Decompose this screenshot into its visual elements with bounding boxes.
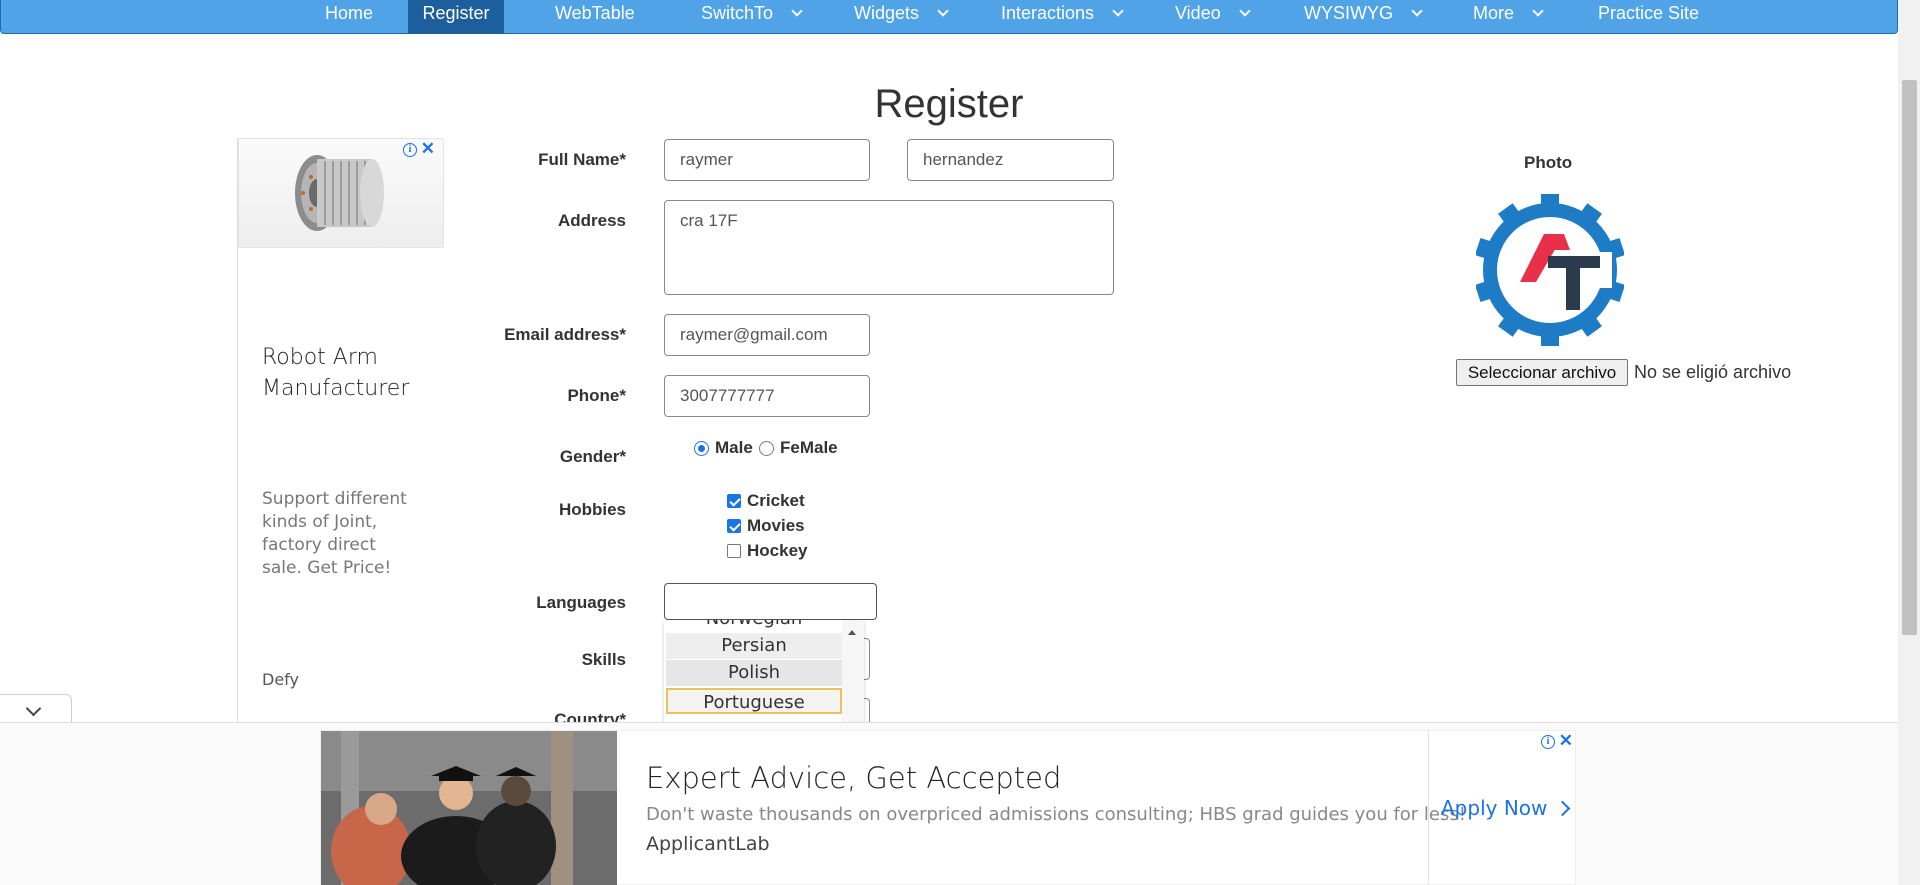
hobby-hockey-checkbox[interactable] xyxy=(727,544,741,558)
phone-input[interactable]: 3007777777 xyxy=(664,375,870,417)
nav-more-label: More xyxy=(1473,3,1515,23)
last-name-input[interactable]: hernandez xyxy=(907,139,1114,181)
robot-joint-image xyxy=(295,155,384,231)
language-option[interactable]: Persian xyxy=(666,633,842,659)
gender-male-radio[interactable] xyxy=(694,441,709,456)
graduation-photo[interactable] xyxy=(321,731,617,885)
skills-label: Skills xyxy=(581,650,626,669)
nav-home[interactable]: Home xyxy=(309,0,389,34)
nav-widgets[interactable]: Widgets xyxy=(854,0,949,34)
scroll-up-arrow-icon[interactable] xyxy=(848,630,856,635)
languages-label: Languages xyxy=(536,593,626,612)
languages-input[interactable] xyxy=(664,583,877,620)
chevron-down-icon xyxy=(1411,5,1423,17)
ad-info-icon[interactable]: i xyxy=(1541,735,1555,749)
ad-divider xyxy=(1428,731,1429,885)
automation-testing-logo xyxy=(1476,194,1624,346)
nav-register[interactable]: Register xyxy=(408,0,504,34)
bottom-ad-title[interactable]: Expert Advice, Get Accepted xyxy=(646,761,1061,795)
gender-label: Gender* xyxy=(559,447,626,466)
page-title: Register xyxy=(874,82,1024,126)
ad-title[interactable]: Robot Arm Manufacturer xyxy=(262,342,432,404)
top-navbar: Home Register WebTable SwitchTo Widgets … xyxy=(0,0,1898,34)
choose-file-button[interactable]: Seleccionar archivo xyxy=(1456,359,1628,386)
page-scrollbar[interactable] xyxy=(1898,0,1920,885)
photo-label: Photo xyxy=(1524,153,1573,172)
graduation-image xyxy=(321,731,617,885)
hobby-cricket-checkbox[interactable] xyxy=(727,494,741,508)
hobbies-label: Hobbies xyxy=(558,500,626,519)
first-name-input[interactable]: raymer xyxy=(664,139,870,181)
nav-video-label: Video xyxy=(1175,3,1221,23)
file-status-text: No se eligió archivo xyxy=(1634,362,1792,382)
address-label: Address xyxy=(557,211,626,230)
ad-info-icon[interactable]: i xyxy=(403,143,417,157)
language-option[interactable]: Polish xyxy=(666,660,842,686)
nav-webtable[interactable]: WebTable xyxy=(555,0,635,34)
chevron-right-icon xyxy=(1555,800,1571,817)
ad-close-icon[interactable]: ✕ xyxy=(1559,731,1573,751)
chevron-down-icon xyxy=(791,5,803,17)
nav-more[interactable]: More xyxy=(1473,0,1544,34)
chevron-down-icon xyxy=(1112,5,1124,17)
apply-now-label: Apply Now xyxy=(1441,796,1548,820)
full-name-label: Full Name* xyxy=(538,150,626,169)
gender-male-label[interactable]: Male xyxy=(715,438,753,458)
scrollbar-thumb[interactable] xyxy=(1902,80,1917,635)
chevron-down-icon xyxy=(25,700,42,717)
hobby-movies-checkbox[interactable] xyxy=(727,519,741,533)
hobby-hockey-label[interactable]: Hockey xyxy=(747,541,807,561)
nav-switchto-label: SwitchTo xyxy=(701,3,774,23)
hobby-movies-label[interactable]: Movies xyxy=(747,516,805,536)
gender-female-radio[interactable] xyxy=(759,441,774,456)
nav-interactions-label: Interactions xyxy=(1001,3,1095,23)
chevron-down-icon xyxy=(1532,5,1544,17)
apply-now-button[interactable]: Apply Now xyxy=(1441,796,1571,820)
nav-interactions[interactable]: Interactions xyxy=(1001,0,1124,34)
bottom-ad-description[interactable]: Don't waste thousands on overpriced admi… xyxy=(646,804,1466,825)
bottom-ad-brand[interactable]: ApplicantLab xyxy=(646,833,770,855)
ad-collapse-tab[interactable] xyxy=(0,694,72,724)
gender-female-label[interactable]: FeMale xyxy=(780,438,838,458)
languages-dropdown[interactable]: Norwegian Persian Polish Portuguese xyxy=(664,620,864,726)
ad-image[interactable]: i ✕ xyxy=(238,138,444,248)
email-label: Email address* xyxy=(504,325,626,344)
nav-wysiwyg[interactable]: WYSIWYG xyxy=(1304,0,1423,34)
bottom-ad[interactable]: Expert Advice, Get Accepted Don't waste … xyxy=(320,730,1576,885)
phone-label: Phone* xyxy=(567,386,626,405)
hobby-cricket-label[interactable]: Cricket xyxy=(747,491,805,511)
language-option-focused[interactable]: Portuguese xyxy=(666,688,842,714)
chevron-down-icon xyxy=(1239,5,1251,17)
language-option[interactable]: Norwegian xyxy=(666,620,842,632)
ad-description[interactable]: Support different kinds of Joint, factor… xyxy=(262,488,412,580)
nav-wysiwyg-label: WYSIWYG xyxy=(1304,3,1393,23)
nav-practice-site[interactable]: Practice Site xyxy=(1598,0,1699,34)
ad-brand[interactable]: Defy xyxy=(262,670,299,689)
nav-switchto[interactable]: SwitchTo xyxy=(701,0,803,34)
chevron-down-icon xyxy=(937,5,949,17)
nav-video[interactable]: Video xyxy=(1175,0,1251,34)
address-textarea[interactable]: cra 17F xyxy=(664,200,1114,295)
nav-widgets-label: Widgets xyxy=(854,3,920,23)
email-input[interactable]: raymer@gmail.com xyxy=(664,314,870,356)
dropdown-scrollbar[interactable] xyxy=(842,620,864,726)
